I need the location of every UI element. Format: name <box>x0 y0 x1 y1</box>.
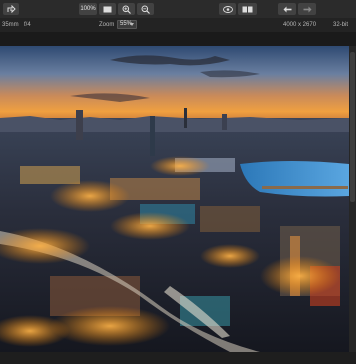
before-after-button[interactable] <box>219 3 236 15</box>
eye-compare-icon <box>222 5 233 13</box>
aperture: f/4 <box>24 22 31 28</box>
bit-depth: 32-bit <box>333 22 349 28</box>
vertical-scrollbar[interactable] <box>349 46 356 352</box>
zoom-100-label: 100% <box>80 6 96 12</box>
fit-screen-button[interactable] <box>99 3 116 15</box>
redo-icon <box>303 6 312 13</box>
zoom-out-icon <box>141 5 150 14</box>
undo-button[interactable] <box>278 3 296 15</box>
fit-screen-icon <box>103 6 112 13</box>
city-photo <box>0 46 349 352</box>
redo-button[interactable] <box>298 3 316 15</box>
undo-icon <box>283 6 292 13</box>
canvas-gutter <box>0 32 356 46</box>
photo-canvas[interactable] <box>0 46 349 352</box>
image-dimensions: 4000 x 2670 <box>283 22 317 28</box>
bottom-bar <box>0 352 356 364</box>
zoom-select-value: 55% <box>120 21 133 27</box>
focal-length: 35mm <box>2 22 19 28</box>
zoom-label: Zoom <box>99 22 115 28</box>
top-toolbar: 100% <box>0 0 356 18</box>
split-view-button[interactable] <box>238 3 257 15</box>
zoom-in-button[interactable] <box>118 3 135 15</box>
zoom-out-button[interactable] <box>137 3 154 15</box>
image-info-bar: 35mm f/4 Zoom 55% 4000 x 2670 32-bit <box>0 18 356 32</box>
zoom-in-icon <box>122 5 131 14</box>
scrollbar-thumb[interactable] <box>350 52 355 202</box>
zoom-select[interactable]: 55% <box>117 20 137 29</box>
share-icon <box>7 5 16 13</box>
split-view-icon <box>242 6 253 13</box>
zoom-100-button[interactable]: 100% <box>79 3 97 15</box>
share-button[interactable] <box>3 3 19 15</box>
